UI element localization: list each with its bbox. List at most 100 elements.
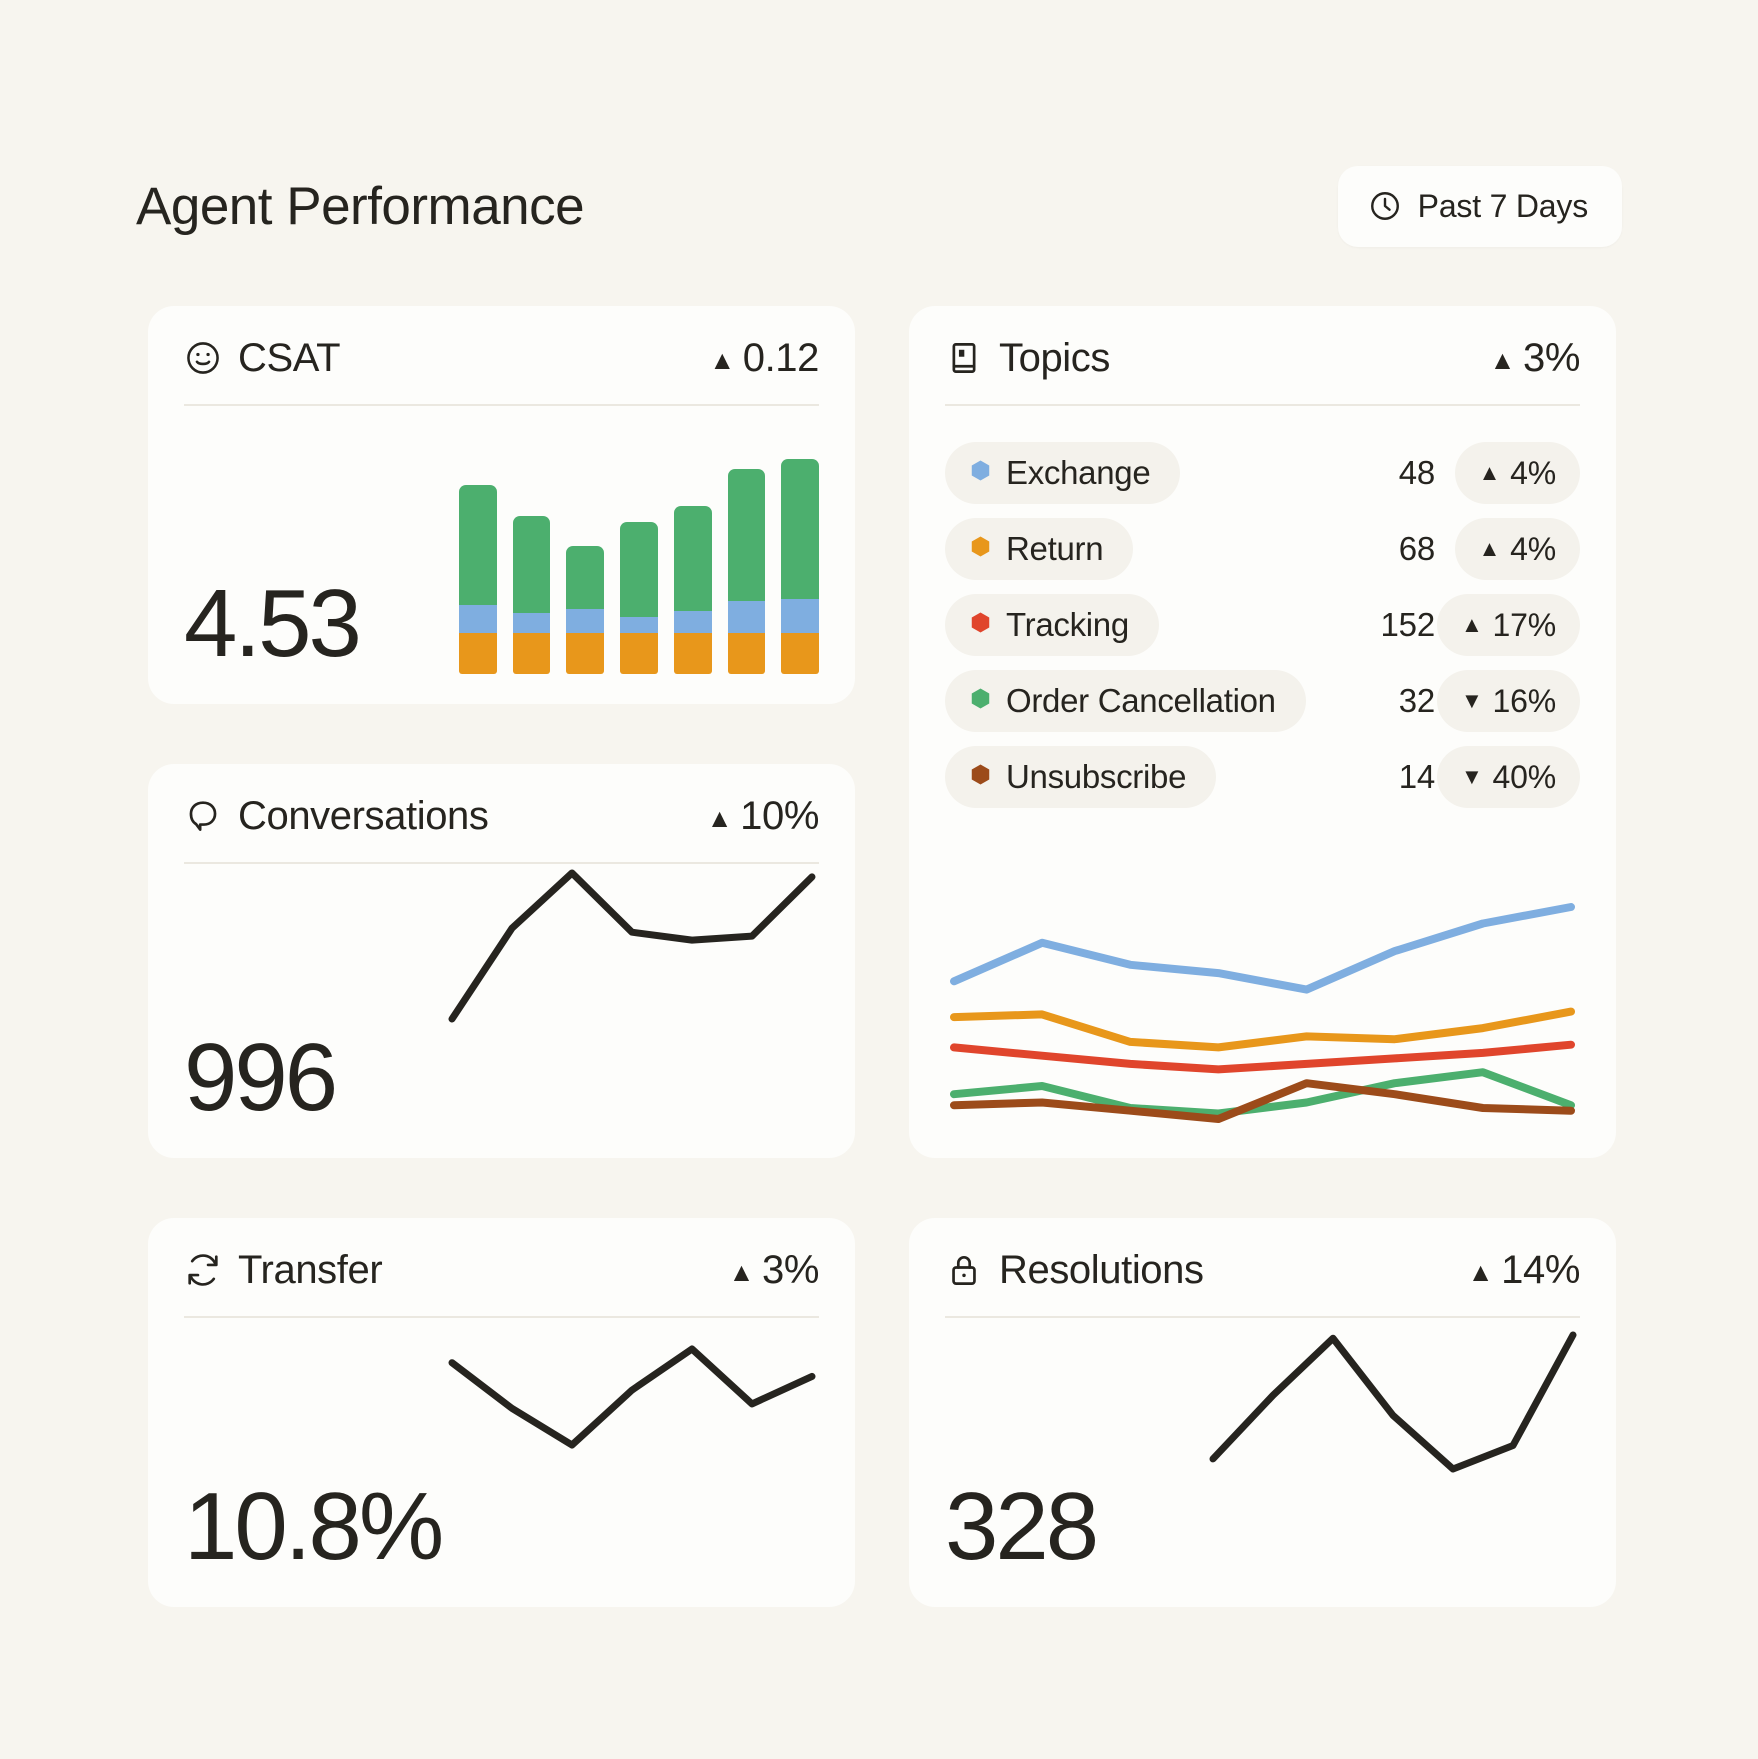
topic-name-pill: Return: [945, 518, 1134, 580]
topics-line-chart: [945, 898, 1580, 1128]
csat-bar-segment: [620, 633, 658, 674]
delta-up-arrow-icon: ▲: [1467, 1257, 1494, 1287]
topic-delta-badge: ▲ 17%: [1436, 594, 1580, 656]
date-range-selector[interactable]: Past 7 Days: [1337, 165, 1622, 247]
topic-delta-value: 40%: [1492, 758, 1557, 795]
topic-count: 48: [1398, 454, 1436, 491]
card-conversations[interactable]: Conversations ▲ 10% 996: [148, 764, 855, 1158]
card-csat-body: 4.53: [184, 406, 820, 677]
topic-delta-value: 4%: [1510, 454, 1556, 491]
delta-up-arrow-icon: ▲: [709, 345, 735, 375]
card-resolutions-body: 328: [945, 1318, 1580, 1577]
smiley-icon: [184, 339, 222, 377]
dashboard-page: Agent Performance Past 7 Days CSAT ▲ 0.1…: [0, 0, 1758, 1759]
delta-up-arrow-icon: ▲: [728, 1257, 755, 1287]
dashboard-header: Agent Performance Past 7 Days: [136, 160, 1622, 252]
delta-up-arrow-icon: ▲: [706, 803, 733, 833]
csat-bar: [673, 505, 712, 674]
card-csat-delta: ▲ 0.12: [709, 338, 819, 378]
card-resolutions[interactable]: Resolutions ▲ 14% 328: [909, 1218, 1616, 1607]
csat-bar-segment: [566, 609, 605, 634]
topic-count: 32: [1398, 682, 1436, 719]
chart-series-line: [950, 1007, 1575, 1052]
csat-bar-segment: [781, 459, 820, 599]
card-topics-delta-value: 3%: [1522, 336, 1580, 380]
card-conversations-delta-value: 10%: [740, 794, 819, 838]
transfer-sparkline: [445, 1342, 819, 1452]
chart-series-line: [950, 1040, 1575, 1074]
card-conversations-header: Conversations ▲ 10%: [184, 796, 819, 864]
topics-legend-list: Exchange 48 ▲ 4% Return 68 ▲ 4% Tracking 152 ▲ 17% O…: [945, 442, 1580, 808]
card-resolutions-delta-value: 14%: [1501, 1248, 1580, 1292]
topic-row[interactable]: Return 68 ▲ 4%: [945, 518, 1580, 580]
topic-name-label: Unsubscribe: [1006, 758, 1187, 795]
card-topics-body: [945, 808, 1580, 1128]
topic-delta-value: 16%: [1492, 682, 1557, 719]
card-transfer-header: Transfer ▲ 3%: [184, 1250, 819, 1318]
date-range-label: Past 7 Days: [1417, 187, 1589, 224]
topic-delta-value: 4%: [1510, 530, 1556, 567]
csat-bar-segment: [566, 633, 605, 674]
topic-row[interactable]: Tracking 152 ▲ 17%: [945, 594, 1580, 656]
topic-name-label: Exchange: [1006, 454, 1151, 491]
csat-bar: [512, 515, 551, 674]
topic-count: 14: [1398, 758, 1436, 795]
card-csat-value: 4.53: [184, 570, 362, 677]
csat-bar-segment: [512, 515, 551, 614]
topic-name-label: Return: [1006, 530, 1104, 567]
card-csat-delta-value: 0.12: [742, 336, 820, 380]
topic-color-dot-icon: [971, 460, 990, 486]
card-resolutions-delta: ▲ 14%: [1467, 1248, 1581, 1292]
card-csat-header: CSAT ▲ 0.12: [184, 338, 819, 406]
delta-down-arrow-icon: ▼: [1460, 764, 1483, 789]
transfer-refresh-icon: [184, 1251, 222, 1289]
topic-name-pill: Exchange: [945, 442, 1181, 504]
csat-bar: [459, 485, 497, 674]
topic-count: 68: [1398, 530, 1436, 567]
delta-down-arrow-icon: ▼: [1460, 688, 1483, 713]
chart-series-line: [950, 903, 1575, 994]
delta-up-arrow-icon: ▲: [1489, 345, 1516, 375]
topic-color-dot-icon: [971, 688, 990, 714]
csat-bar-segment: [620, 617, 658, 634]
csat-bar-chart: [459, 459, 820, 674]
card-conversations-delta: ▲ 10%: [706, 794, 820, 838]
speech-bubble-icon: [184, 797, 222, 835]
topic-delta-badge: ▲ 4%: [1454, 518, 1580, 580]
topic-row[interactable]: Unsubscribe 14 ▼ 40%: [945, 746, 1580, 808]
csat-bar-segment: [673, 611, 712, 634]
topic-delta-badge: ▲ 4%: [1454, 442, 1580, 504]
csat-bar-segment: [459, 633, 497, 674]
topic-delta-value: 17%: [1492, 606, 1557, 643]
card-conversations-body: 996: [184, 864, 819, 1128]
card-transfer-value: 10.8%: [184, 1473, 444, 1580]
card-topics-delta: ▲ 3%: [1489, 336, 1581, 380]
csat-bar-segment: [566, 546, 605, 610]
card-transfer-delta-value: 3%: [761, 1248, 819, 1292]
delta-up-arrow-icon: ▲: [1478, 460, 1501, 485]
csat-bar: [727, 469, 766, 674]
delta-up-arrow-icon: ▲: [1460, 612, 1483, 637]
csat-bar-segment: [459, 485, 497, 606]
topic-row[interactable]: Order Cancellation 32 ▼ 16%: [945, 670, 1580, 732]
csat-bar-segment: [673, 633, 712, 674]
card-topics[interactable]: Topics ▲ 3% Exchange 48 ▲ 4% Return 68 ▲ 4% Trac…: [909, 306, 1616, 1158]
resolutions-sparkline: [1206, 1328, 1580, 1476]
csat-bar-segment: [727, 469, 766, 601]
card-conversations-title: Conversations: [238, 794, 489, 838]
csat-bar: [781, 459, 820, 674]
card-transfer[interactable]: Transfer ▲ 3% 10.8%: [148, 1218, 855, 1607]
lock-icon: [945, 1251, 983, 1289]
topic-name-pill: Unsubscribe: [945, 746, 1217, 808]
card-csat[interactable]: CSAT ▲ 0.12 4.53: [148, 306, 855, 704]
topic-name-label: Tracking: [1006, 606, 1129, 643]
card-conversations-value: 996: [184, 1024, 338, 1131]
card-topics-title: Topics: [999, 336, 1110, 380]
csat-bar-segment: [781, 633, 820, 674]
topic-color-dot-icon: [971, 612, 990, 638]
topic-row[interactable]: Exchange 48 ▲ 4%: [945, 442, 1580, 504]
card-resolutions-header: Resolutions ▲ 14%: [945, 1250, 1580, 1318]
topic-count: 152: [1380, 606, 1436, 643]
clock-icon: [1368, 189, 1402, 223]
topic-color-dot-icon: [971, 764, 990, 790]
